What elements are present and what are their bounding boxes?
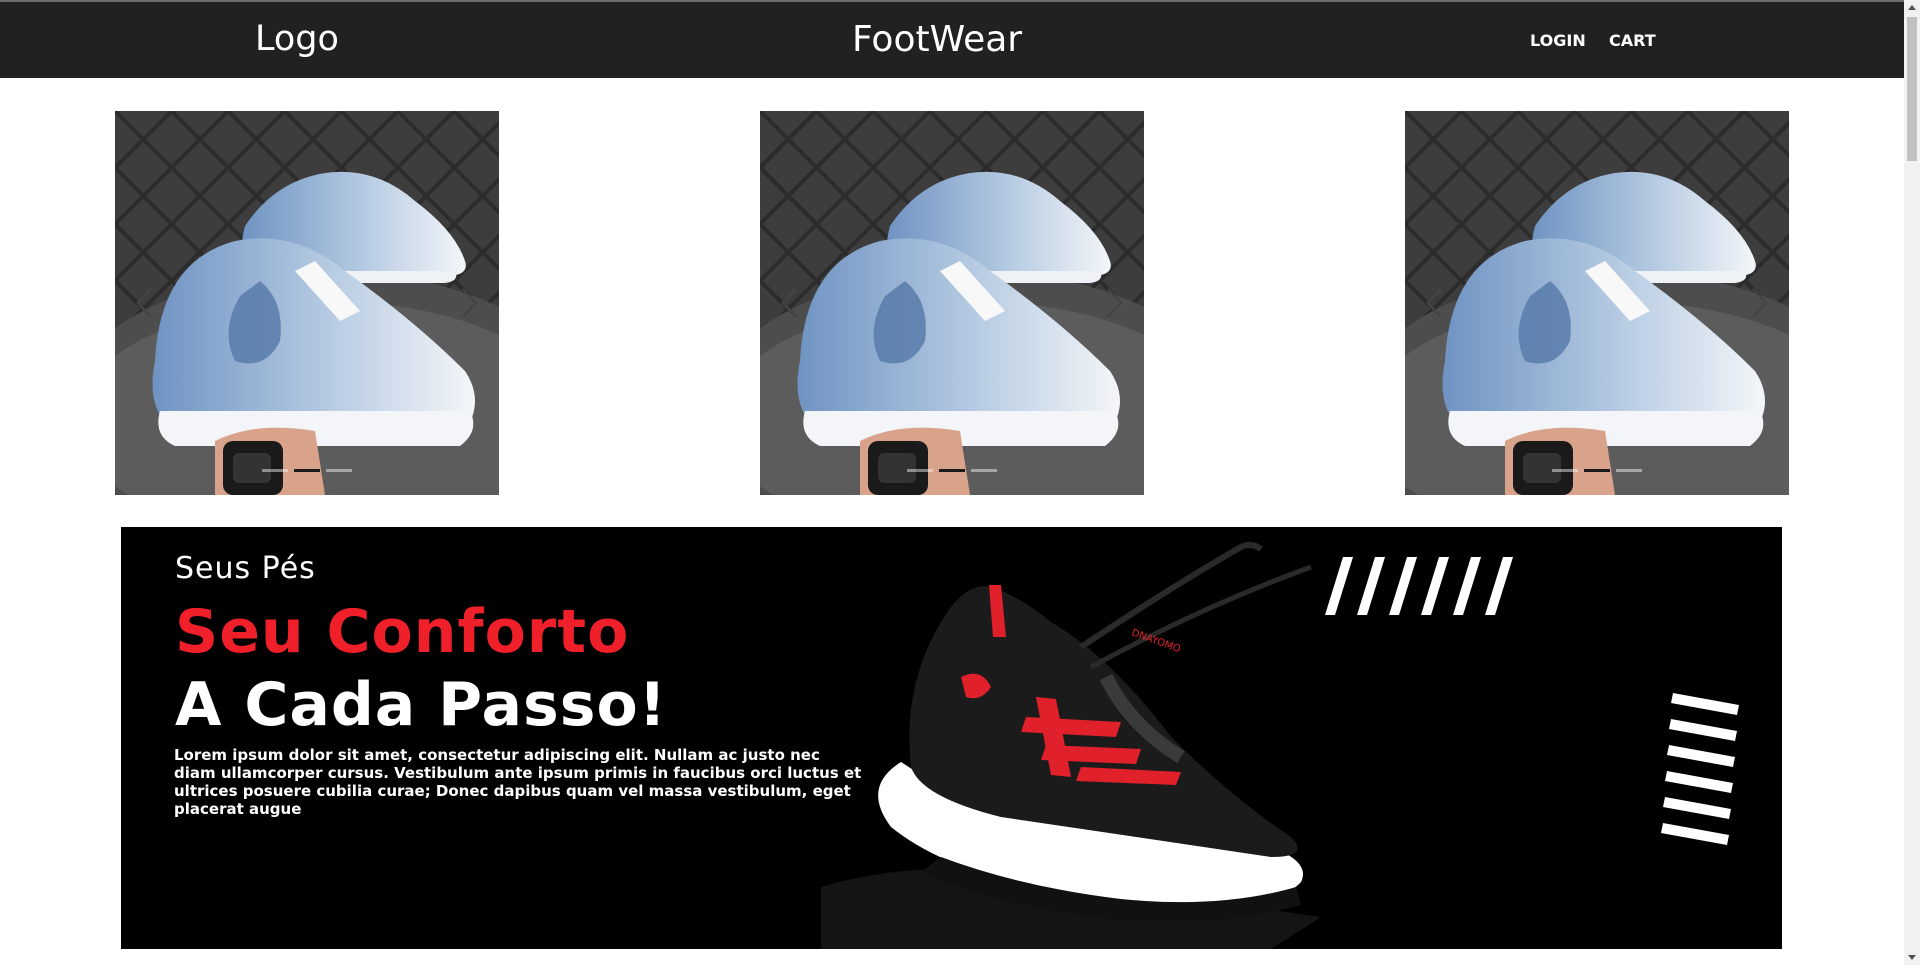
carousel-indicator[interactable] (1616, 469, 1642, 472)
carousel-indicators (907, 469, 997, 472)
chevron-left-icon (781, 288, 797, 318)
sneaker-image (115, 111, 499, 495)
chevron-left-icon (136, 288, 152, 318)
banner-title-accent: Seu Conforto (175, 597, 630, 667)
carousel-indicator[interactable] (262, 469, 288, 472)
sneaker-image (760, 111, 1144, 495)
carousel-next-button[interactable] (457, 286, 481, 320)
chevron-right-icon (1107, 288, 1123, 318)
chevron-left-icon (1426, 288, 1442, 318)
carousel-indicator-active[interactable] (939, 469, 965, 472)
banner-title: A Cada Passo! (175, 670, 668, 740)
carousel-indicator-active[interactable] (1584, 469, 1610, 472)
banner-body-text: Lorem ipsum dolor sit amet, consectetur … (174, 746, 862, 818)
diagonal-stripes-decoration (1325, 557, 1513, 615)
carousel-indicator[interactable] (326, 469, 352, 472)
carousel-indicators (1552, 469, 1642, 472)
carousel-indicator[interactable] (907, 469, 933, 472)
logo[interactable]: Logo (255, 19, 339, 59)
cart-link[interactable]: CART (1609, 31, 1656, 50)
scroll-up-button[interactable] (1904, 0, 1920, 16)
product-carousel (1405, 111, 1789, 495)
triangle-down-icon (1908, 955, 1916, 960)
slanted-bars-decoration (1661, 693, 1739, 845)
navbar: Logo FootWear LOGIN CART (0, 2, 1904, 78)
carousel-prev-button[interactable] (1423, 286, 1447, 320)
promo-banner: DNAYOMO Seus Pés Seu Conforto A Cada Pas… (121, 527, 1782, 949)
scrollbar-thumb[interactable] (1907, 17, 1917, 161)
chevron-right-icon (1752, 288, 1768, 318)
carousel-prev-button[interactable] (778, 286, 802, 320)
sneaker-image (1405, 111, 1789, 495)
login-link[interactable]: LOGIN (1530, 31, 1586, 50)
chevron-right-icon (462, 288, 478, 318)
carousel-next-button[interactable] (1102, 286, 1126, 320)
brand-title: FootWear (852, 19, 1023, 60)
carousel-prev-button[interactable] (133, 286, 157, 320)
carousel-indicator[interactable] (1552, 469, 1578, 472)
product-carousel (115, 111, 499, 495)
carousel-indicator-active[interactable] (294, 469, 320, 472)
carousel-indicators (262, 469, 352, 472)
carousel-next-button[interactable] (1747, 286, 1771, 320)
page-scrollbar[interactable] (1904, 0, 1920, 965)
banner-tagline: Seus Pés (175, 551, 316, 586)
triangle-up-icon (1908, 5, 1916, 10)
scroll-down-button[interactable] (1904, 949, 1920, 965)
carousel-indicator[interactable] (971, 469, 997, 472)
product-carousel (760, 111, 1144, 495)
